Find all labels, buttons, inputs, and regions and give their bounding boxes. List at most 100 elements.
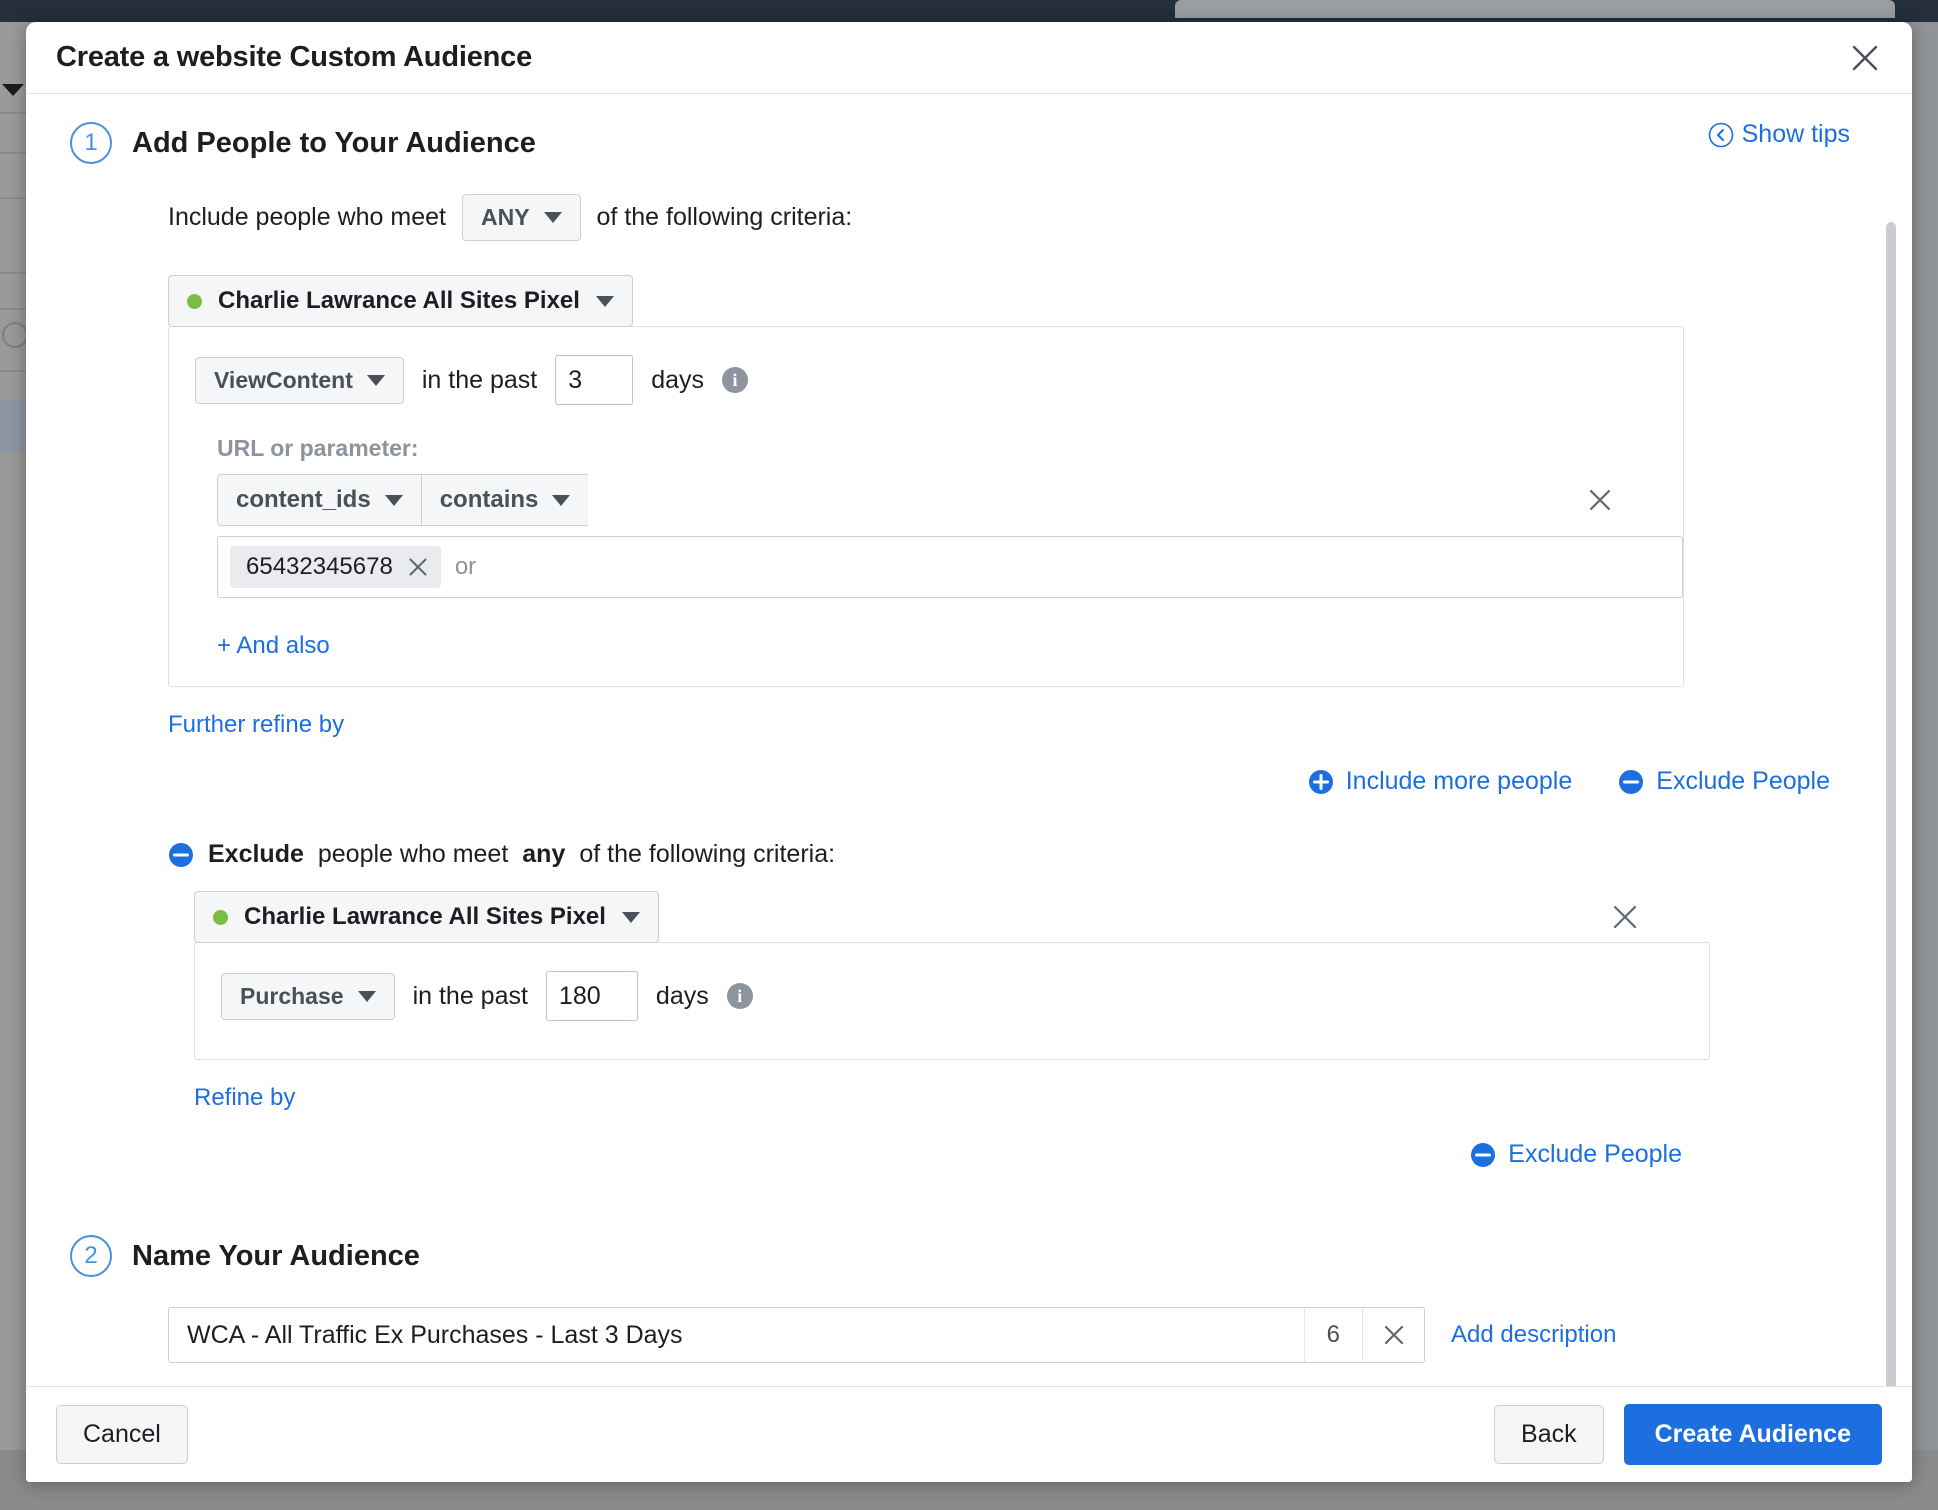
parameter-value-placeholder: or	[454, 553, 477, 581]
modal-scrollbar-track[interactable]	[1886, 102, 1904, 1386]
step-2-number: 2	[70, 1235, 112, 1278]
audience-name-char-count: 6	[1303, 1308, 1362, 1363]
include-criteria-sentence: Include people who meet ANY of the follo…	[168, 194, 1852, 242]
close-icon[interactable]	[1848, 41, 1882, 75]
browser-tab	[1175, 0, 1895, 18]
match-type-dropdown[interactable]: ANY	[461, 194, 581, 242]
circle-chevron-left-icon	[1708, 122, 1734, 148]
exclude-people-button-2[interactable]: Exclude People	[1470, 1140, 1682, 1169]
exclude-rule-box: Purchase in the past days i	[194, 942, 1710, 1061]
step-2-header: 2 Name Your Audience	[70, 1235, 1852, 1278]
modal-footer: Cancel Back Create Audience	[26, 1386, 1912, 1482]
include-more-people-label: Include more people	[1345, 767, 1573, 796]
parameter-operator-dropdown[interactable]: contains	[420, 474, 589, 527]
include-days-label: days	[651, 365, 705, 394]
include-rule-box: ViewContent in the past days i URL or pa…	[168, 326, 1684, 688]
exclude-any-label: any	[522, 840, 566, 869]
minus-circle-icon	[1470, 1142, 1496, 1168]
include-suffix-label: of the following criteria:	[596, 203, 853, 232]
pixel-status-dot-icon	[187, 293, 202, 309]
exclude-in-the-past-label: in the past	[412, 981, 528, 1010]
background-search-icon	[2, 322, 28, 348]
exclude-people-button[interactable]: Exclude People	[1618, 767, 1830, 796]
show-tips-label: Show tips	[1741, 120, 1850, 148]
exclude-word-label: Exclude	[208, 840, 304, 869]
modal-header: Create a website Custom Audience	[26, 22, 1912, 94]
add-description-link[interactable]: Add description	[1451, 1321, 1616, 1349]
audience-name-input[interactable]	[169, 1308, 1304, 1363]
exclude-pixel-row: Charlie Lawrance All Sites Pixel	[194, 891, 1852, 944]
plus-circle-icon	[1308, 769, 1334, 795]
step-1-content: Include people who meet ANY of the follo…	[70, 194, 1852, 1169]
minus-circle-icon[interactable]	[168, 842, 194, 868]
parameter-token: 65432345678	[230, 546, 441, 589]
remove-parameter-icon[interactable]	[1585, 485, 1615, 515]
exclude-event-dropdown[interactable]: Purchase	[221, 972, 395, 1020]
include-event-value: ViewContent	[214, 366, 353, 393]
create-audience-button[interactable]: Create Audience	[1623, 1404, 1882, 1465]
chevron-down-icon	[621, 911, 640, 923]
remove-exclude-rule-icon[interactable]	[1610, 902, 1640, 932]
exclude-section-body: Charlie Lawrance All Sites Pixel Purchas…	[168, 891, 1852, 1169]
parameter-operator-value: contains	[439, 486, 539, 514]
further-refine-by-link[interactable]: Further refine by	[168, 711, 344, 739]
chevron-down-icon	[357, 990, 376, 1002]
exclude-tail-label: of the following criteria:	[579, 840, 836, 869]
parameter-field-value: content_ids	[236, 486, 371, 514]
exclude-actions-row: Exclude People	[194, 1140, 1852, 1169]
chevron-down-icon	[595, 295, 614, 307]
include-pixel-dropdown[interactable]: Charlie Lawrance All Sites Pixel	[168, 275, 633, 328]
parameter-field-dropdown[interactable]: content_ids	[217, 474, 421, 527]
create-audience-modal: Create a website Custom Audience Show ti…	[26, 22, 1912, 1482]
parameter-value-field[interactable]: 65432345678 or	[217, 536, 1683, 599]
match-type-value: ANY	[480, 204, 530, 230]
include-pixel-name: Charlie Lawrance All Sites Pixel	[218, 287, 580, 315]
chevron-down-icon	[366, 374, 385, 386]
exclude-people-label-2: Exclude People	[1508, 1140, 1682, 1169]
browser-topbar	[0, 0, 1938, 22]
parameter-token-label: 65432345678	[246, 553, 393, 581]
include-days-input[interactable]	[555, 355, 634, 406]
modal-scrollbar-thumb[interactable]	[1886, 222, 1896, 1386]
modal-body: Show tips 1 Add People to Your Audience …	[26, 94, 1912, 1386]
step-2-section: 2 Name Your Audience 6 Add description	[70, 1235, 1852, 1364]
exclude-pixel-dropdown[interactable]: Charlie Lawrance All Sites Pixel	[194, 891, 659, 944]
back-button[interactable]: Back	[1494, 1405, 1604, 1464]
minus-circle-icon	[1618, 769, 1644, 795]
step-1-number: 1	[70, 122, 112, 164]
cancel-button[interactable]: Cancel	[56, 1405, 188, 1464]
remove-token-icon[interactable]	[407, 556, 429, 578]
footer-right-actions: Back Create Audience	[1494, 1404, 1882, 1465]
include-event-dropdown[interactable]: ViewContent	[195, 356, 404, 404]
pixel-status-dot-icon	[213, 909, 228, 925]
step-1-header: 1 Add People to Your Audience	[70, 122, 1852, 164]
exclude-days-label: days	[655, 981, 709, 1010]
clear-name-icon[interactable]	[1362, 1308, 1424, 1363]
include-event-row: ViewContent in the past days i	[195, 355, 1657, 406]
refine-by-link[interactable]: Refine by	[194, 1084, 295, 1112]
chevron-down-icon	[552, 494, 571, 506]
info-icon[interactable]: i	[726, 983, 753, 1010]
exclude-people-label: Exclude People	[1656, 767, 1830, 796]
background-caret-icon	[2, 84, 24, 96]
parameter-row: content_ids contains	[217, 474, 1657, 527]
modal-title: Create a website Custom Audience	[56, 41, 532, 73]
and-also-link[interactable]: + And also	[217, 632, 330, 660]
chevron-down-icon	[543, 212, 562, 224]
url-or-parameter-label: URL or parameter:	[217, 435, 419, 462]
modal-scroll-area: Show tips 1 Add People to Your Audience …	[26, 94, 1912, 1386]
audience-actions-row: Include more people Exclude People	[168, 767, 1852, 796]
step-1-title: Add People to Your Audience	[132, 126, 536, 159]
step-2-title: Name Your Audience	[132, 1239, 420, 1272]
include-in-the-past-label: in the past	[421, 365, 538, 394]
exclude-section-header: Exclude people who meet any of the follo…	[168, 840, 1852, 869]
chevron-down-icon	[384, 494, 403, 506]
exclude-event-value: Purchase	[240, 982, 344, 1009]
info-icon[interactable]: i	[722, 367, 749, 394]
audience-name-row: 6 Add description	[168, 1307, 1852, 1364]
exclude-event-row: Purchase in the past days i	[221, 971, 1683, 1022]
show-tips-link[interactable]: Show tips	[1708, 120, 1850, 149]
exclude-days-input[interactable]	[545, 971, 638, 1022]
include-more-people-button[interactable]: Include more people	[1308, 767, 1573, 796]
exclude-mid-label: people who meet	[317, 840, 509, 869]
